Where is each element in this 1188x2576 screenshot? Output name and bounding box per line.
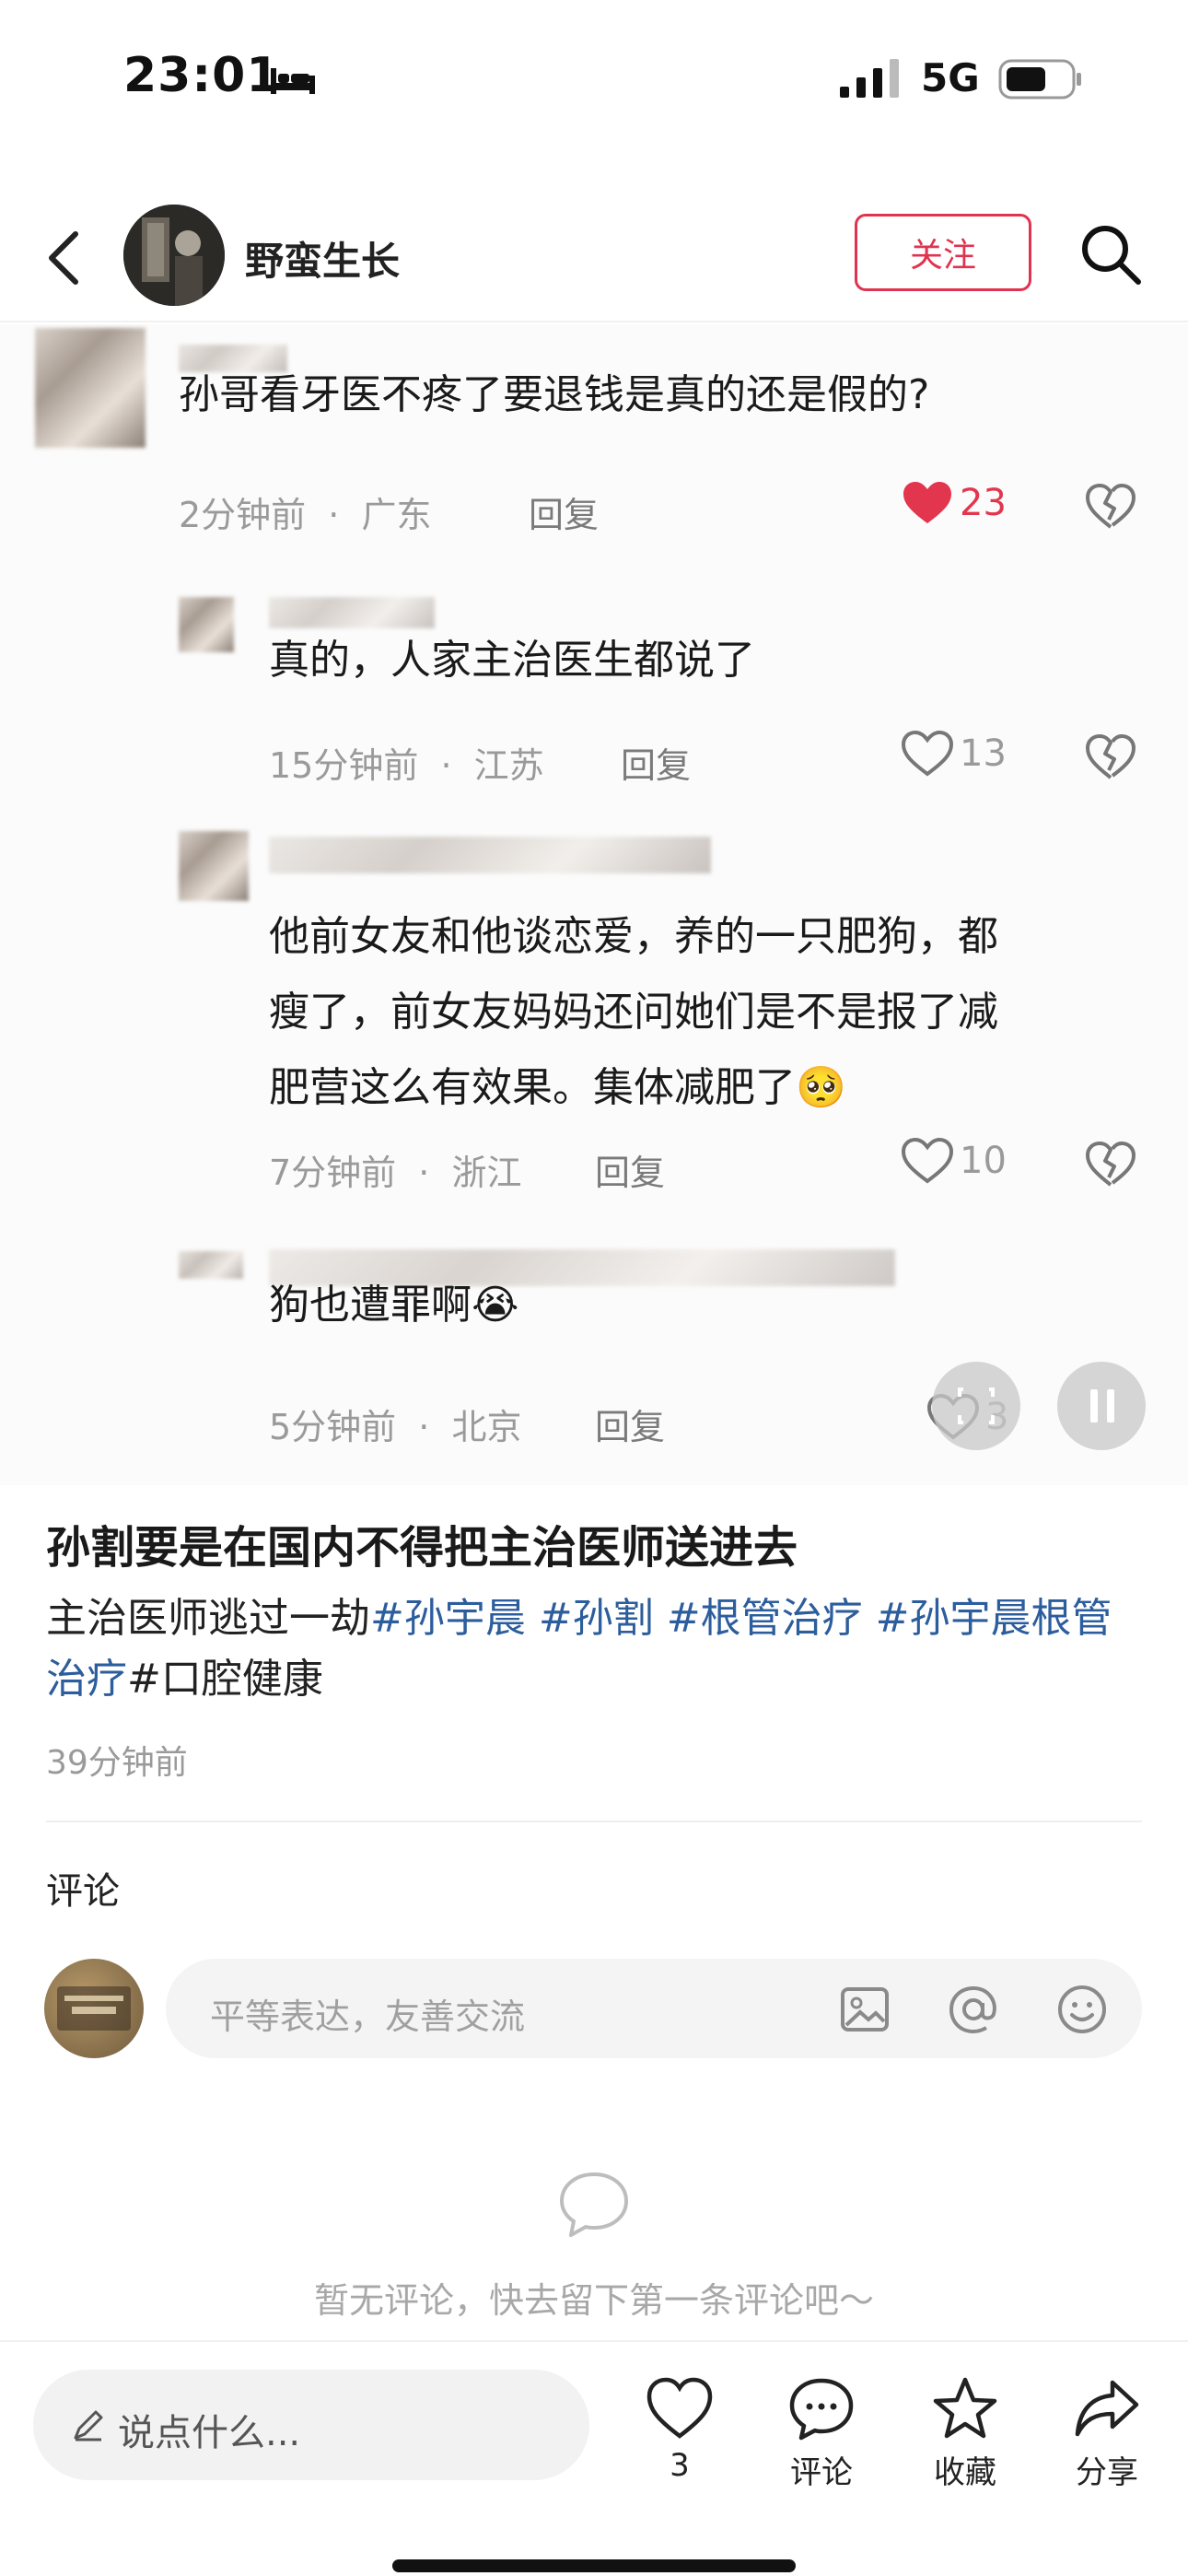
comment-meta: 2分钟前 · 广东 [179, 486, 431, 537]
post-body: 主治医师逃过一劫#孙宇晨 #孙割 #根管治疗 #孙宇晨根管治疗#口腔健康 [46, 1588, 1142, 1710]
meta-separator: · [418, 1407, 430, 1447]
commenter-avatar [179, 831, 249, 901]
post-title: 孙割要是在国内不得把主治医师送进去 [46, 1522, 798, 1574]
comment-time: 15分钟前 [269, 745, 419, 786]
heart-filled-icon [903, 482, 951, 523]
collect-post-label: 收藏 [934, 2454, 996, 2491]
comment-icon [789, 2378, 854, 2441]
comment-post-label: 评论 [790, 2454, 853, 2491]
heart-outline-icon [901, 730, 954, 777]
mention-icon[interactable] [947, 1983, 1000, 2036]
author-avatar[interactable] [123, 205, 225, 306]
pencil-icon [74, 2410, 103, 2441]
say-something-input[interactable]: 说点什么... [33, 2370, 589, 2480]
comment-text: 瘦了，前女友妈妈还问她们是不是报了减 [269, 989, 998, 1036]
comments-heading: 评论 [46, 1870, 120, 1913]
heart-outline-icon [646, 2377, 713, 2439]
empty-comments-text: 暂无评论，快去留下第一条评论吧～ [313, 2280, 874, 2321]
post-body-text: #口腔健康 [127, 1656, 323, 1703]
pause-button[interactable] [1057, 1362, 1146, 1450]
dislike-icon[interactable] [1085, 1141, 1136, 1188]
network-type: 5G [921, 55, 980, 100]
scan-icon [958, 1388, 995, 1424]
reply-button[interactable]: 回复 [621, 737, 691, 788]
like-button[interactable]: 23 [901, 479, 1007, 527]
comment-time: 7分钟前 [269, 1153, 397, 1193]
share-icon [1075, 2380, 1139, 2437]
share-post-button[interactable]: 分享 [1052, 2375, 1162, 2492]
share-post-label: 分享 [1076, 2454, 1138, 2491]
status-bar: 23:01 5G [0, 0, 1188, 166]
like-button[interactable]: 13 [901, 730, 1007, 778]
signal-icon [840, 59, 899, 98]
comment-meta: 5分钟前 · 北京 [269, 1399, 521, 1449]
image-ocr-button[interactable] [932, 1362, 1020, 1450]
star-icon [933, 2377, 997, 2439]
comment-text: 肥营这么有效果。集体减肥了🥺 [269, 1064, 846, 1111]
hashtag-link[interactable]: #孙宇晨 [370, 1595, 526, 1642]
hashtag-link[interactable]: #根管治疗 [667, 1595, 863, 1642]
like-count: 13 [960, 732, 1007, 775]
comment-post-button[interactable]: 评论 [766, 2375, 877, 2492]
commenter-avatar [179, 597, 234, 652]
empty-comment-icon [560, 2172, 628, 2237]
comment-text: 孙哥看牙医不疼了要退钱是真的还是假的? [179, 371, 930, 418]
emoji-icon[interactable] [1055, 1983, 1109, 2036]
collect-post-button[interactable]: 收藏 [910, 2375, 1020, 2492]
comment-location: 北京 [451, 1407, 522, 1447]
like-post-count: 3 [670, 2447, 690, 2484]
comment-meta: 15分钟前 · 江苏 [269, 737, 544, 788]
top-nav: 野蛮生长 关注 [0, 193, 1188, 322]
commenter-name [269, 837, 711, 873]
reply-button[interactable]: 回复 [595, 1399, 665, 1449]
dislike-icon[interactable] [1085, 733, 1136, 781]
image-icon[interactable] [838, 1983, 891, 2036]
reply-button[interactable]: 回复 [595, 1144, 665, 1195]
comment-location: 江苏 [473, 745, 544, 786]
post-body-text: 主治医师逃过一劫 [46, 1595, 370, 1642]
home-indicator [392, 2559, 796, 2572]
comment-location: 浙江 [451, 1153, 522, 1193]
sleep-icon [271, 68, 315, 94]
commenter-avatar [35, 328, 146, 448]
back-icon[interactable] [39, 221, 94, 295]
reply-button[interactable]: 回复 [529, 486, 599, 537]
like-count: 10 [960, 1140, 1007, 1182]
battery-icon [998, 59, 1081, 100]
avatar-image [123, 205, 225, 306]
comment-text: 狗也遭罪啊😭 [269, 1282, 519, 1329]
comment-input-placeholder: 平等表达，友善交流 [210, 1996, 526, 2037]
status-time: 23:01 [123, 48, 281, 103]
heart-outline-icon [901, 1137, 954, 1184]
search-icon[interactable] [1077, 221, 1144, 287]
author-name[interactable]: 野蛮生长 [245, 230, 400, 287]
like-button[interactable]: 10 [901, 1137, 1007, 1185]
my-avatar[interactable] [44, 1959, 144, 2058]
comment-text: 真的，人家主治医生都说了 [269, 637, 755, 684]
pause-icon [1090, 1389, 1114, 1423]
comment-location: 广东 [361, 495, 432, 535]
hashtag-link[interactable]: #孙割 [539, 1595, 654, 1642]
meta-separator: · [328, 495, 340, 535]
comment-time: 2分钟前 [179, 495, 307, 535]
post-time: 39分钟前 [46, 1744, 188, 1782]
comment-meta: 7分钟前 · 浙江 [269, 1144, 521, 1195]
comment-text: 他前女友和他谈恋爱，养的一只肥狗，都 [269, 913, 998, 960]
avatar-image [57, 1986, 131, 2031]
post-image[interactable]: 孙哥看牙医不疼了要退钱是真的还是假的? 2分钟前 · 广东 回复 23 真的，人… [0, 324, 1188, 1485]
meta-separator: · [418, 1153, 430, 1193]
follow-button[interactable]: 关注 [855, 214, 1031, 291]
dislike-icon[interactable] [1085, 483, 1136, 531]
say-something-placeholder: 说点什么... [118, 2412, 301, 2454]
divider [46, 1821, 1142, 1822]
bottom-action-bar: 说点什么... 3 评论 收藏 分享 [0, 2340, 1188, 2576]
comment-time: 5分钟前 [269, 1407, 397, 1447]
like-count: 23 [960, 482, 1007, 524]
comment-input[interactable]: 平等表达，友善交流 [166, 1959, 1142, 2058]
meta-separator: · [440, 745, 452, 786]
like-post-button[interactable]: 3 [624, 2375, 735, 2484]
commenter-avatar [179, 1251, 243, 1279]
